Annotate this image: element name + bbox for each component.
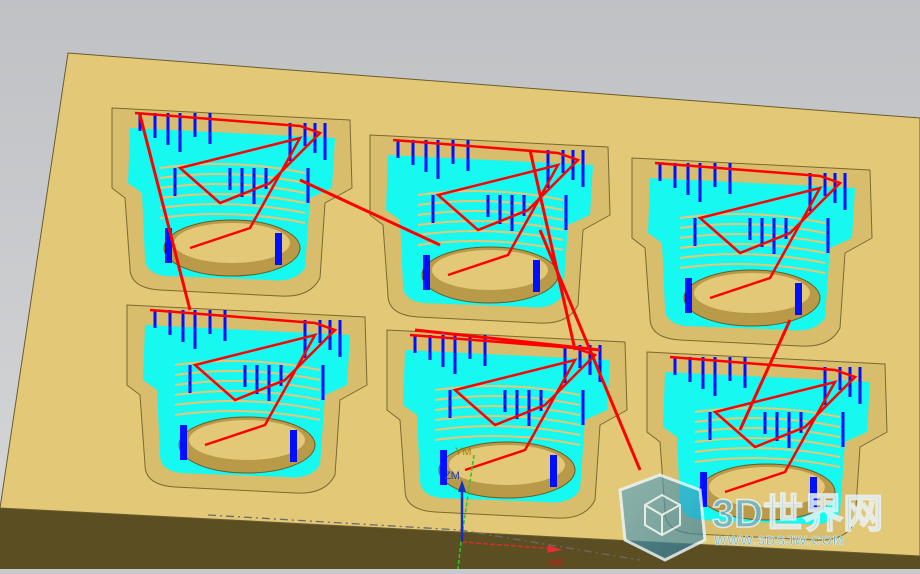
pocket-1	[111, 107, 353, 297]
watermark-title: 3D世界网	[712, 492, 883, 536]
graphics-viewport[interactable]: ZM YM XM 3D世界网 WWW.3DSJW.COM	[0, 0, 920, 570]
pocket-3	[631, 157, 873, 347]
axis-label-x: XM	[548, 557, 565, 569]
pocket-5	[386, 329, 628, 519]
watermark-url: WWW.3DSJW.COM	[714, 533, 845, 548]
pocket-4	[126, 304, 368, 494]
axis-label-z: ZM	[444, 470, 460, 482]
axis-label-y: YM	[455, 446, 472, 458]
